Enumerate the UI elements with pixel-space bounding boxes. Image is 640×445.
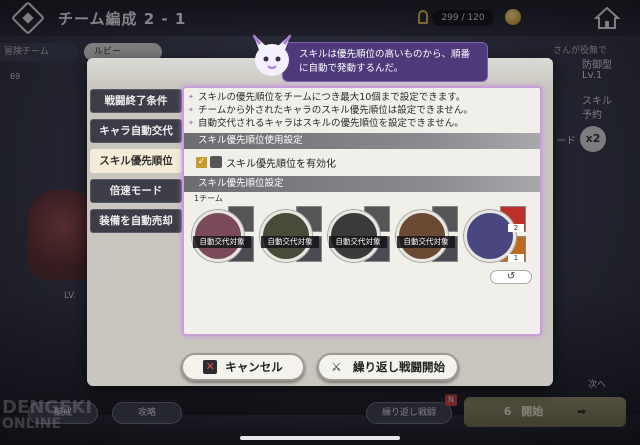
character-row: 自動交代対象 自動交代対象 自動交代対象 自動交代対象 2 1 — [184, 206, 540, 272]
close-x-icon: ✕ — [203, 360, 218, 374]
character-slot[interactable]: 自動交代対象 — [396, 206, 460, 268]
sidebar-item-skill-priority[interactable]: スキル優先順位 — [90, 149, 182, 173]
auto-swap-tag: 自動交代対象 — [261, 236, 319, 248]
tip-line-1: スキルは優先順位の高いものから、順番 — [299, 49, 471, 60]
team-label: 1チーム — [194, 194, 223, 203]
sidebar-item-battle-end[interactable]: 戦闘終了条件 — [90, 89, 182, 113]
home-indicator — [240, 436, 400, 440]
cancel-label: キャンセル — [225, 360, 283, 374]
priority-badge: 2 — [508, 224, 524, 232]
tip-line-2: に自動で発動するんだ。 — [299, 63, 404, 74]
skill-priority-panel: スキルの優先順位をチームにつき最大10個まで設定できます。 チームから外されたキ… — [182, 86, 542, 336]
info-list: スキルの優先順位をチームにつき最大10個まで設定できます。 チームから外されたキ… — [184, 88, 540, 130]
sidebar-item-speed-mode[interactable]: 倍速モード — [90, 179, 182, 203]
character-slot[interactable]: 自動交代対象 — [192, 206, 256, 268]
tip-speech-bubble: スキルは優先順位の高いものから、順番 に自動で発動するんだ。 — [282, 42, 488, 82]
reset-priority-button[interactable]: ↺ — [490, 270, 532, 284]
info-line: 自動交代されるキャラはスキルの優先順位を設定できません。 — [184, 117, 540, 130]
repeat-start-button[interactable]: ⚔ 繰り返し戦闘開始 — [317, 353, 459, 381]
section-header-usage: スキル優先順位使用設定 — [184, 133, 540, 149]
repeat-start-label: 繰り返し戦闘開始 — [353, 360, 445, 374]
sidebar-item-auto-sell[interactable]: 装備を自動売却 — [90, 209, 182, 233]
info-line: チームから外されたキャラのスキル優先順位は設定できません。 — [184, 104, 540, 117]
auto-swap-tag: 自動交代対象 — [329, 236, 387, 248]
character-slot[interactable]: 自動交代対象 — [260, 206, 324, 268]
sidebar-item-auto-swap[interactable]: キャラ自動交代 — [90, 119, 182, 143]
repeat-swords-icon: ⚔ — [331, 360, 342, 374]
settings-sidebar: 戦闘終了条件 キャラ自動交代 スキル優先順位 倍速モード 装備を自動売却 — [90, 89, 182, 239]
reset-icon: ↺ — [506, 271, 516, 282]
auto-swap-tag: 自動交代対象 — [193, 236, 251, 248]
skill-mini-icon — [210, 156, 222, 168]
toggle-label: スキル優先順位を有効化 — [226, 158, 336, 170]
auto-swap-tag: 自動交代対象 — [397, 236, 455, 248]
character-slot[interactable]: 2 1 — [464, 206, 528, 268]
enable-priority-toggle[interactable]: ✓ スキル優先順位を有効化 — [184, 151, 540, 173]
priority-badge: 1 — [508, 254, 524, 262]
cancel-button[interactable]: ✕ キャンセル — [181, 353, 305, 381]
info-line: スキルの優先順位をチームにつき最大10個まで設定できます。 — [184, 91, 540, 104]
character-slot[interactable]: 自動交代対象 — [328, 206, 392, 268]
mascot-icon — [252, 34, 292, 76]
section-header-priority: スキル優先順位設定 — [184, 176, 540, 192]
checkbox-checked-icon[interactable]: ✓ — [196, 156, 207, 168]
